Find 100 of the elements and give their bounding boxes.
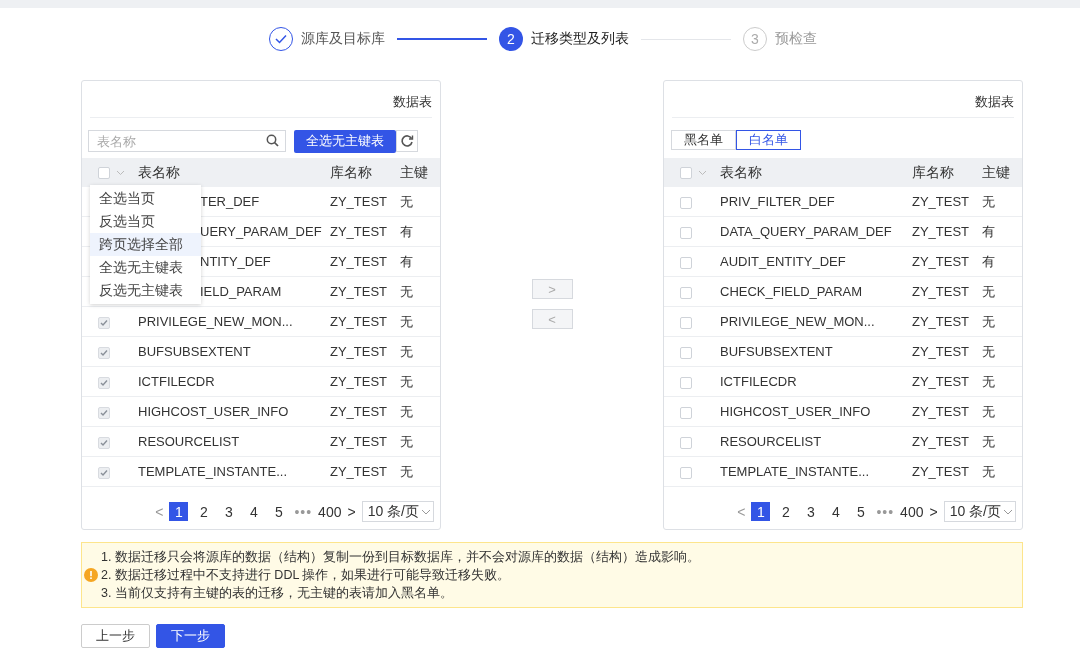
table-cell: 有 [982,223,995,239]
table-cell: 无 [400,463,413,479]
table-cell: 无 [982,373,995,389]
page-button[interactable]: 1 [169,502,189,521]
column-header: 表名称 [138,164,180,180]
checkbox[interactable] [680,346,692,359]
chevron-down-icon[interactable] [698,170,707,177]
tab[interactable]: 白名单 [736,130,801,150]
checkbox[interactable] [680,436,692,449]
panel-title: 数据表 [90,81,432,118]
column-header: 主键 [982,164,1010,180]
step-label: 预检查 [775,30,817,48]
page-size-select[interactable]: 10 条/页 [361,501,434,522]
table-cell: RESOURCELIST [720,434,822,449]
table-cell: IELD_PARAM [200,284,282,299]
table-cell: 无 [400,343,413,359]
page-button[interactable]: 4 [244,502,264,521]
refresh-icon[interactable] [396,130,418,152]
table-cell: ZY_TEST [330,224,388,239]
table-cell: RESOURCELIST [138,434,240,449]
menu-item[interactable]: 全选当页 [90,187,201,210]
menu-item[interactable]: 全选无主键表 [90,256,201,279]
table-cell: ZY_TEST [912,374,970,389]
table-cell: AUDIT_ENTITY_DEF [720,254,846,269]
next-page-button[interactable]: > [929,503,938,520]
table-cell: ZY_TEST [912,404,970,419]
table-cell: BUFSUBSEXTENT [138,344,251,359]
panel-title: 数据表 [672,81,1014,118]
checkbox[interactable] [680,196,692,209]
table-cell: BUFSUBSEXTENT [720,344,833,359]
chevron-down-icon[interactable] [421,508,431,515]
search-field[interactable]: 表名称 [88,130,286,152]
table-cell: CHECK_FIELD_PARAM [720,284,863,299]
chevron-down-icon[interactable] [1003,508,1013,515]
table-cell: 无 [400,313,413,329]
page-button[interactable]: 3 [801,502,821,521]
step-label: 迁移类型及列表 [531,30,629,48]
table-cell: ZY_TEST [912,344,970,359]
chevron-down-icon[interactable] [116,170,125,177]
table-cell: ZY_TEST [330,344,388,359]
checkbox[interactable] [680,376,692,389]
page-button[interactable]: 3 [219,502,239,521]
table-cell: TEMPLATE_INSTANTE... [720,464,870,479]
checkbox[interactable] [680,256,692,269]
notice-text: 3. 当前仅支持有主键的表的迁移，无主键的表请加入黑名单。 [101,584,454,602]
table-cell: 无 [982,193,995,209]
checkbox[interactable] [680,316,692,329]
search-icon[interactable] [266,134,279,147]
table-cell: ZY_TEST [330,314,388,329]
page-button[interactable]: 5 [851,502,871,521]
table-cell: 无 [400,373,413,389]
checkbox[interactable] [680,466,692,479]
notice-text: 2. 数据迁移过程中不支持进行 DDL 操作，如果进行可能导致迁移失败。 [101,566,512,584]
checkbox[interactable] [98,167,110,180]
next-page-button[interactable]: > [347,503,356,520]
step-label: 源库及目标库 [301,30,385,48]
table-cell: 无 [982,313,995,329]
checkbox[interactable] [680,406,692,419]
table-cell: 有 [400,253,413,269]
table-cell: UERY_PARAM_DEF [200,224,322,239]
next-button[interactable]: 下一步 [156,624,225,648]
page-button[interactable]: 2 [776,502,796,521]
checkbox[interactable] [680,167,692,180]
select-button[interactable]: 全选无主键表 [294,129,396,153]
page-button[interactable]: 1 [751,502,771,521]
table-cell: 无 [982,343,995,359]
table-cell: ZY_TEST [912,194,970,209]
table-cell: TER_DEF [200,194,260,209]
table-cell: 无 [400,193,413,209]
tab[interactable]: 黑名单 [671,130,736,150]
table-cell: NTITY_DEF [200,254,271,269]
table-cell: 无 [982,463,995,479]
menu-item[interactable]: 反选当页 [90,210,201,233]
table-cell: 无 [982,283,995,299]
table-cell: ZY_TEST [912,434,970,449]
table-cell: 有 [400,223,413,239]
table-cell: ZY_TEST [330,404,388,419]
notice-text: 1. 数据迁移只会将源库的数据（结构）复制一份到目标数据库，并不会对源库的数据（结构）造成影响。 [101,548,700,566]
table-cell: 有 [982,253,995,269]
checkbox[interactable] [680,286,692,299]
table-cell: ZY_TEST [330,284,388,299]
page-button[interactable]: 5 [269,502,289,521]
table-cell: ZY_TEST [330,194,388,209]
page-size-select[interactable]: 10 条/页 [943,501,1016,522]
page-button[interactable]: 2 [194,502,214,521]
back-button[interactable]: 上一步 [81,624,150,648]
table-cell: ZY_TEST [912,224,970,239]
table-cell: ZY_TEST [912,464,970,479]
table-cell: ZY_TEST [330,464,388,479]
menu-item[interactable]: 跨页选择全部 [90,233,201,256]
table-cell: PRIVILEGE_NEW_MON... [138,314,293,329]
menu-item[interactable]: 反选无主键表 [90,279,201,302]
column-header: 主键 [400,164,428,180]
page-button[interactable]: 400 [900,502,924,521]
table-cell: 无 [400,403,413,419]
table-cell: ZY_TEST [330,434,388,449]
page-button[interactable]: 4 [826,502,846,521]
table-cell: HIGHCOST_USER_INFO [138,404,289,419]
checkbox[interactable] [680,226,692,239]
page-button[interactable]: 400 [318,502,342,521]
